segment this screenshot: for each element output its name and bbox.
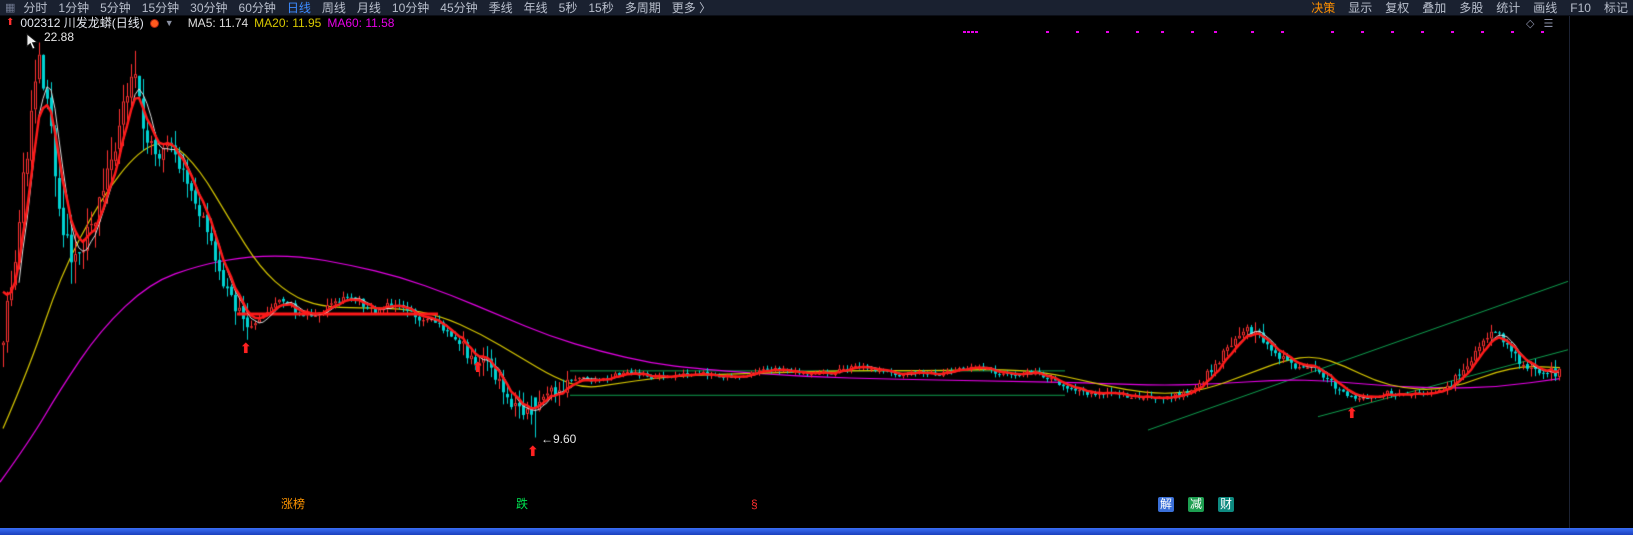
toolbar-period-item[interactable]: 月线	[357, 0, 381, 16]
event-marker[interactable]: 解	[1158, 497, 1175, 512]
bottom-markers: 涨榜 跌 § 解减财	[0, 497, 1633, 513]
toolbar-period-item[interactable]: 30分钟	[190, 0, 227, 16]
chevron-down-icon[interactable]: ▼	[165, 17, 174, 29]
toolbar-left: 分时 1分钟 5分钟 15分钟 30分钟 60分钟 日线 周线 月线 10分钟 45分钟 季线 年线 5秒…	[23, 0, 722, 16]
event-marker[interactable]: 减	[1188, 497, 1205, 512]
toolbar-tool-item[interactable]: 多股	[1459, 0, 1483, 16]
toolbar-period-item[interactable]: 年线	[524, 0, 548, 16]
toolbar-tool-item[interactable]: 画线	[1533, 0, 1557, 16]
toolbar-period-item[interactable]: 季线	[489, 0, 513, 16]
candlestick-chart[interactable]	[0, 16, 1633, 528]
toolbar-period-item[interactable]: 45分钟	[440, 0, 477, 16]
bottom-taskbar-edge[interactable]	[0, 528, 1633, 535]
event-marker[interactable]: 涨榜	[281, 497, 305, 512]
toolbar-tool-item[interactable]: 决策	[1311, 0, 1335, 16]
toolbar-period-item[interactable]: 10分钟	[392, 0, 429, 16]
toolbar-period-item[interactable]: 15秒	[588, 0, 613, 16]
app-window: ▦ 分时 1分钟 5分钟 15分钟 30分钟 60分钟 日线 周线 月线 10分钟 45分钟 季线 年线…	[0, 0, 1633, 535]
period-toolbar: ▦ 分时 1分钟 5分钟 15分钟 30分钟 60分钟 日线 周线 月线 10分钟 45分钟 季线 年线…	[0, 0, 1633, 16]
toolbar-tool-item[interactable]: F10	[1570, 1, 1591, 15]
menu-icon[interactable]: ☰	[1543, 17, 1553, 30]
toolbar-right: 决策 显示 复权 叠加 多股 统计 画线 F10 标记	[1298, 0, 1628, 16]
toolbar-tool-item[interactable]: 标记	[1604, 0, 1628, 16]
stock-title: 002312 川发龙蟒(日线)	[20, 16, 144, 30]
toolbar-period-item[interactable]: 60分钟	[239, 0, 276, 16]
stock-flag-icon: ⬆	[6, 17, 15, 28]
toolbar-period-item[interactable]: 周线	[322, 0, 346, 16]
high-price-label: 22.88	[44, 30, 75, 44]
toolbar-period-item[interactable]: 分时	[23, 0, 47, 16]
low-price-label: ←9.60	[541, 432, 577, 446]
ma60-label: MA60: 11.58	[327, 16, 395, 30]
panel-icons: ◇ ☰	[1526, 17, 1553, 30]
ma20-label: MA20: 11.95	[254, 16, 322, 30]
toolbar-tool-item[interactable]: 统计	[1496, 0, 1520, 16]
toolbar-period-item[interactable]: 5秒	[559, 0, 578, 16]
event-marker[interactable]: 跌	[516, 497, 528, 512]
toolbar-period-item[interactable]: 1分钟	[58, 0, 89, 16]
right-divider	[1569, 16, 1570, 528]
chart-header: ⬆ 002312 川发龙蟒(日线) ▼ MA5: 11.74 MA20: 11.…	[6, 17, 394, 29]
toolbar-period-item[interactable]: 日线	[287, 0, 311, 16]
toolbar-period-item[interactable]: 15分钟	[142, 0, 179, 16]
toolbar-tool-item[interactable]: 复权	[1385, 0, 1409, 16]
toolbar-tool-item[interactable]: 叠加	[1422, 0, 1446, 16]
mouse-cursor	[26, 33, 39, 50]
toolbar-tool-item[interactable]: 显示	[1348, 0, 1372, 16]
event-marker[interactable]: §	[751, 497, 758, 512]
toolbar-period-item[interactable]: 5分钟	[100, 0, 131, 16]
toolbar-period-item[interactable]: 多周期	[625, 0, 661, 16]
window-icon[interactable]: ▦	[5, 1, 15, 14]
toolbar-period-item[interactable]: 更多 〉	[672, 0, 711, 16]
event-marker[interactable]: 财	[1218, 497, 1235, 512]
ma5-label: MA5: 11.74	[187, 16, 249, 30]
marker-dot-icon[interactable]	[149, 18, 159, 28]
diamond-icon[interactable]: ◇	[1526, 17, 1534, 30]
